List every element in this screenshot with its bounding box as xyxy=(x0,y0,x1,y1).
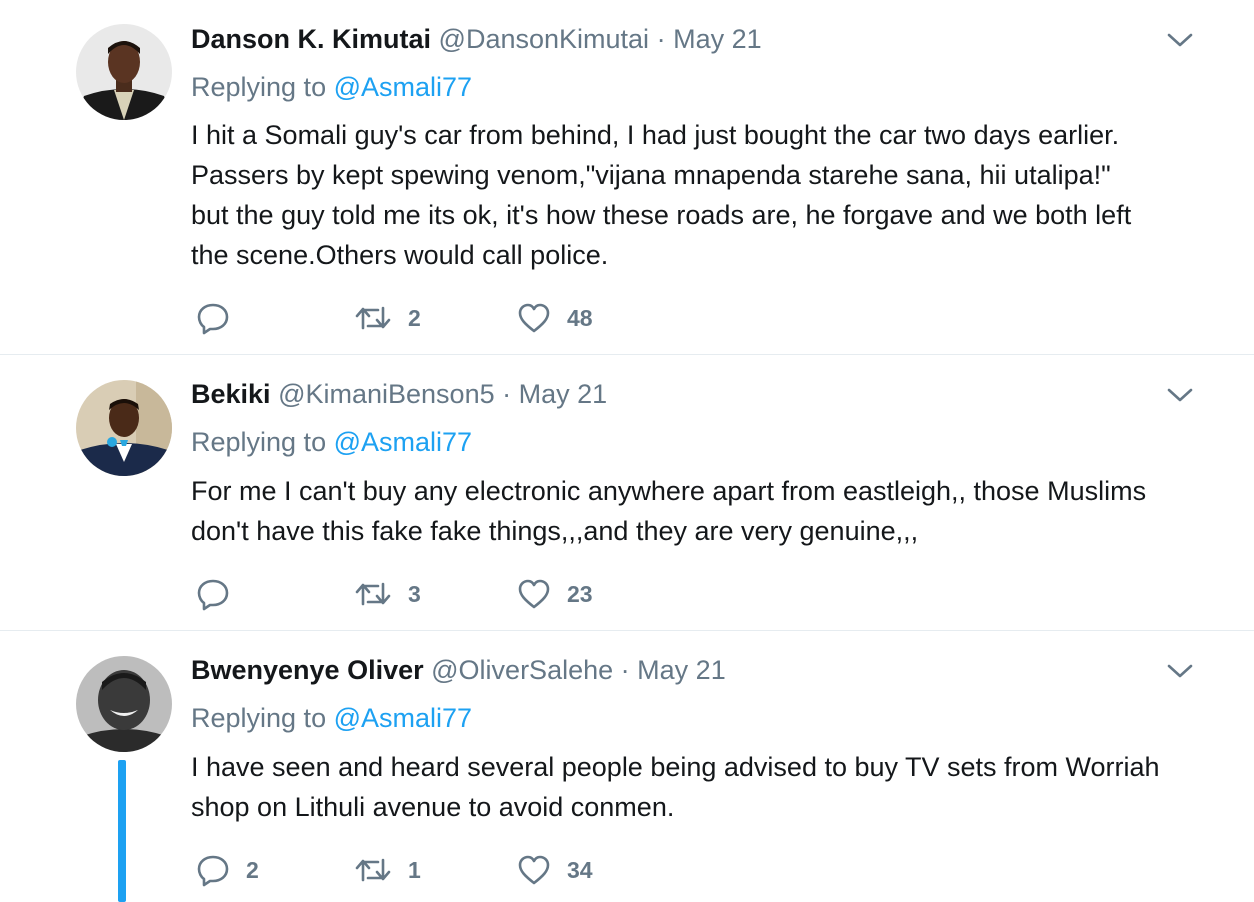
user-handle[interactable]: @OliverSalehe xyxy=(431,655,613,685)
tweet-date[interactable]: May 21 xyxy=(637,655,726,685)
retweet-button[interactable]: 2 xyxy=(354,298,421,338)
reply-button[interactable] xyxy=(196,298,246,338)
mention-link[interactable]: @Asmali77 xyxy=(334,427,472,457)
user-handle[interactable]: @DansonKimutai xyxy=(439,24,650,54)
replying-to-prefix: Replying to xyxy=(191,72,327,102)
tweet-text-line: I hit a Somali guy's car from behind, I … xyxy=(191,120,1120,150)
retweet-count: 3 xyxy=(408,580,421,607)
display-name[interactable]: Bwenyenye Oliver xyxy=(191,655,424,685)
tweet-text-line: don't have this fake fake things,,,and t… xyxy=(191,516,919,546)
tweet-header: Bwenyenye Oliver @OliverSalehe · May 21 xyxy=(191,654,726,686)
tweet-header: Bekiki @KimaniBenson5 · May 21 xyxy=(191,378,607,410)
like-button[interactable]: 34 xyxy=(517,850,593,890)
reply-button[interactable]: 2 xyxy=(196,850,259,890)
replying-to-prefix: Replying to xyxy=(191,427,327,457)
tweet-text: I have seen and heard several people bei… xyxy=(191,747,1221,827)
retweet-icon xyxy=(354,855,392,885)
avatar[interactable] xyxy=(76,656,172,752)
replying-to: Replying to @Asmali77 xyxy=(191,426,472,458)
chevron-down-icon[interactable] xyxy=(1166,661,1194,681)
like-count: 48 xyxy=(567,304,593,331)
tweet-date[interactable]: May 21 xyxy=(673,24,762,54)
tweet-text-line: For me I can't buy any electronic anywhe… xyxy=(191,476,1147,506)
tweet-actions: 3 23 xyxy=(191,574,691,614)
tweet-text: For me I can't buy any electronic anywhe… xyxy=(191,471,1221,551)
retweet-icon xyxy=(354,303,392,333)
retweet-button[interactable]: 3 xyxy=(354,574,421,614)
retweet-count: 2 xyxy=(408,304,421,331)
retweet-icon xyxy=(354,579,392,609)
tweet-header: Danson K. Kimutai @DansonKimutai · May 2… xyxy=(191,23,762,55)
tweet[interactable]: Bekiki @KimaniBenson5 · May 21 Replying … xyxy=(0,355,1254,630)
reply-icon xyxy=(196,577,230,611)
like-button[interactable]: 48 xyxy=(517,298,593,338)
tweet-text-line: shop on Lithuli avenue to avoid conmen. xyxy=(191,792,675,822)
like-count: 34 xyxy=(567,856,593,883)
tweet-date[interactable]: May 21 xyxy=(519,379,608,409)
heart-icon xyxy=(517,302,551,334)
tweet-actions: 2 48 xyxy=(191,298,691,338)
tweet-text-line: I have seen and heard several people bei… xyxy=(191,752,1160,782)
reply-icon xyxy=(196,301,230,335)
reply-icon xyxy=(196,853,230,887)
display-name[interactable]: Bekiki xyxy=(191,379,271,409)
mention-link[interactable]: @Asmali77 xyxy=(334,703,472,733)
heart-icon xyxy=(517,854,551,886)
avatar[interactable] xyxy=(76,24,172,120)
avatar[interactable] xyxy=(76,380,172,476)
replying-to: Replying to @Asmali77 xyxy=(191,71,472,103)
user-handle[interactable]: @KimaniBenson5 xyxy=(278,379,495,409)
tweet[interactable]: Danson K. Kimutai @DansonKimutai · May 2… xyxy=(0,0,1254,354)
mention-link[interactable]: @Asmali77 xyxy=(334,72,472,102)
tweet-text-line: the scene.Others would call police. xyxy=(191,240,609,270)
like-button[interactable]: 23 xyxy=(517,574,593,614)
display-name[interactable]: Danson K. Kimutai xyxy=(191,24,431,54)
reply-button[interactable] xyxy=(196,574,246,614)
chevron-down-icon[interactable] xyxy=(1166,30,1194,50)
tweet-text: I hit a Somali guy's car from behind, I … xyxy=(191,115,1221,275)
retweet-button[interactable]: 1 xyxy=(354,850,421,890)
separator: · xyxy=(502,379,512,409)
replying-to-prefix: Replying to xyxy=(191,703,327,733)
like-count: 23 xyxy=(567,580,593,607)
tweet-text-line: Passers by kept spewing venom,"vijana mn… xyxy=(191,160,1111,190)
tweet[interactable]: Bwenyenye Oliver @OliverSalehe · May 21 … xyxy=(0,631,1254,902)
tweet-actions: 2 1 34 xyxy=(191,850,691,890)
chevron-down-icon[interactable] xyxy=(1166,385,1194,405)
replying-to: Replying to @Asmali77 xyxy=(191,702,472,734)
heart-icon xyxy=(517,578,551,610)
separator: · xyxy=(620,655,630,685)
tweet-text-line: but the guy told me its ok, it's how the… xyxy=(191,200,1132,230)
reply-count: 2 xyxy=(246,856,259,883)
retweet-count: 1 xyxy=(408,856,421,883)
separator: · xyxy=(656,24,666,54)
thread-connector-line xyxy=(118,760,126,902)
